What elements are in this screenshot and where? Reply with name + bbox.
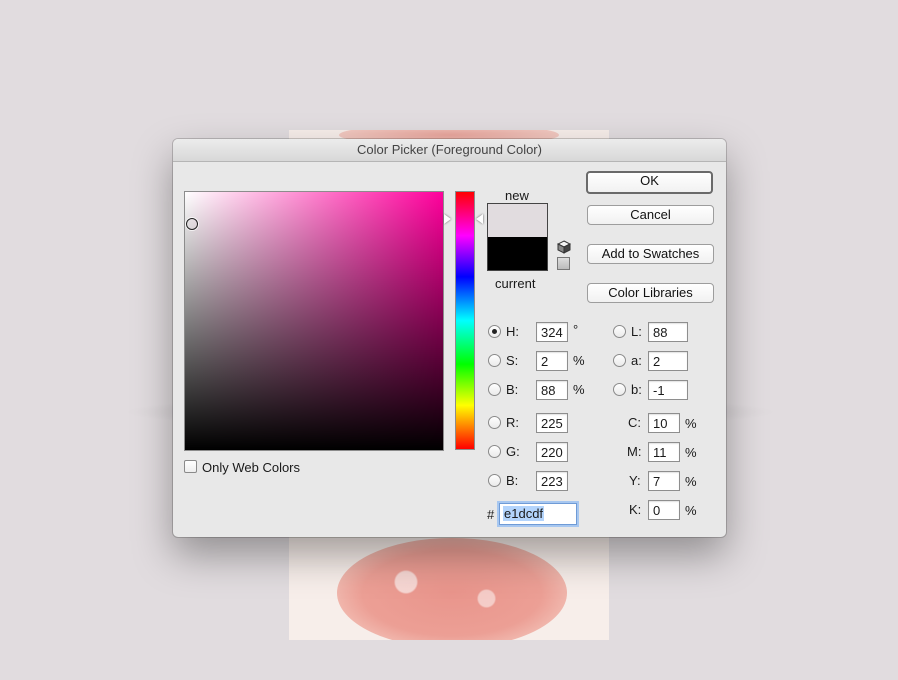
color-field-marker[interactable]	[186, 218, 198, 230]
lab-a-input[interactable]: 2	[648, 351, 688, 371]
hue-label: H:	[506, 324, 519, 339]
brightness-input[interactable]: 88	[536, 380, 568, 400]
green-label: G:	[506, 444, 520, 459]
hue-unit: °	[573, 322, 579, 337]
current-color-swatch[interactable]	[488, 237, 547, 270]
hue-radio[interactable]	[488, 325, 501, 338]
color-swatch-preview	[487, 203, 548, 271]
hue-input[interactable]: 324	[536, 322, 568, 342]
color-field[interactable]	[184, 191, 444, 451]
hex-prefix: #	[487, 507, 495, 522]
canvas-artwork	[337, 538, 567, 640]
black-input[interactable]: 0	[648, 500, 680, 520]
lab-l-input[interactable]: 88	[648, 322, 688, 342]
lab-l-label: L:	[631, 324, 642, 339]
hex-input-value: e1dcdf	[503, 506, 545, 521]
green-input[interactable]: 220	[536, 442, 568, 462]
yellow-label: Y:	[629, 473, 641, 488]
green-radio[interactable]	[488, 445, 501, 458]
cancel-button[interactable]: Cancel	[587, 205, 714, 225]
magenta-label: M:	[627, 444, 642, 459]
red-label: R:	[506, 415, 519, 430]
lab-b-radio[interactable]	[613, 383, 626, 396]
red-radio[interactable]	[488, 416, 501, 429]
cyan-unit: %	[685, 416, 697, 431]
magenta-unit: %	[685, 445, 697, 460]
ok-button[interactable]: OK	[586, 171, 713, 194]
brightness-unit: %	[573, 382, 585, 397]
saturation-label: S:	[506, 353, 519, 368]
lab-l-radio[interactable]	[613, 325, 626, 338]
lab-b-label: b:	[631, 382, 642, 397]
lab-a-radio[interactable]	[613, 354, 626, 367]
black-unit: %	[685, 503, 697, 518]
out-of-gamut-cube-icon[interactable]	[557, 240, 571, 254]
new-color-swatch	[488, 204, 547, 237]
black-label: K:	[629, 502, 642, 517]
hue-slider-left-arrow[interactable]	[444, 214, 451, 224]
only-web-colors-checkbox[interactable]	[184, 460, 197, 473]
lab-a-label: a:	[631, 353, 642, 368]
hue-slider-right-arrow[interactable]	[476, 214, 483, 224]
blue-radio[interactable]	[488, 474, 501, 487]
hue-slider[interactable]	[455, 191, 475, 450]
blue-label: B:	[506, 473, 519, 488]
new-color-label: new	[505, 188, 529, 203]
lab-b-input[interactable]: -1	[648, 380, 688, 400]
red-input[interactable]: 225	[536, 413, 568, 433]
blue-input[interactable]: 223	[536, 471, 568, 491]
add-to-swatches-button[interactable]: Add to Swatches	[587, 244, 714, 264]
cyan-label: C:	[628, 415, 641, 430]
only-web-colors-label[interactable]: Only Web Colors	[202, 460, 300, 476]
brightness-radio[interactable]	[488, 383, 501, 396]
current-color-label: current	[495, 276, 536, 291]
dialog-title: Color Picker (Foreground Color)	[173, 139, 726, 162]
color-picker-dialog: Color Picker (Foreground Color) new curr…	[173, 139, 726, 537]
hex-input[interactable]: e1dcdf	[499, 503, 577, 525]
cyan-input[interactable]: 10	[648, 413, 680, 433]
web-safe-color-icon[interactable]	[557, 257, 570, 270]
brightness-label: B:	[506, 382, 519, 397]
saturation-input[interactable]: 2	[536, 351, 568, 371]
color-libraries-button[interactable]: Color Libraries	[587, 283, 714, 303]
yellow-unit: %	[685, 474, 697, 489]
saturation-unit: %	[573, 353, 585, 368]
magenta-input[interactable]: 11	[648, 442, 680, 462]
yellow-input[interactable]: 7	[648, 471, 680, 491]
saturation-radio[interactable]	[488, 354, 501, 367]
